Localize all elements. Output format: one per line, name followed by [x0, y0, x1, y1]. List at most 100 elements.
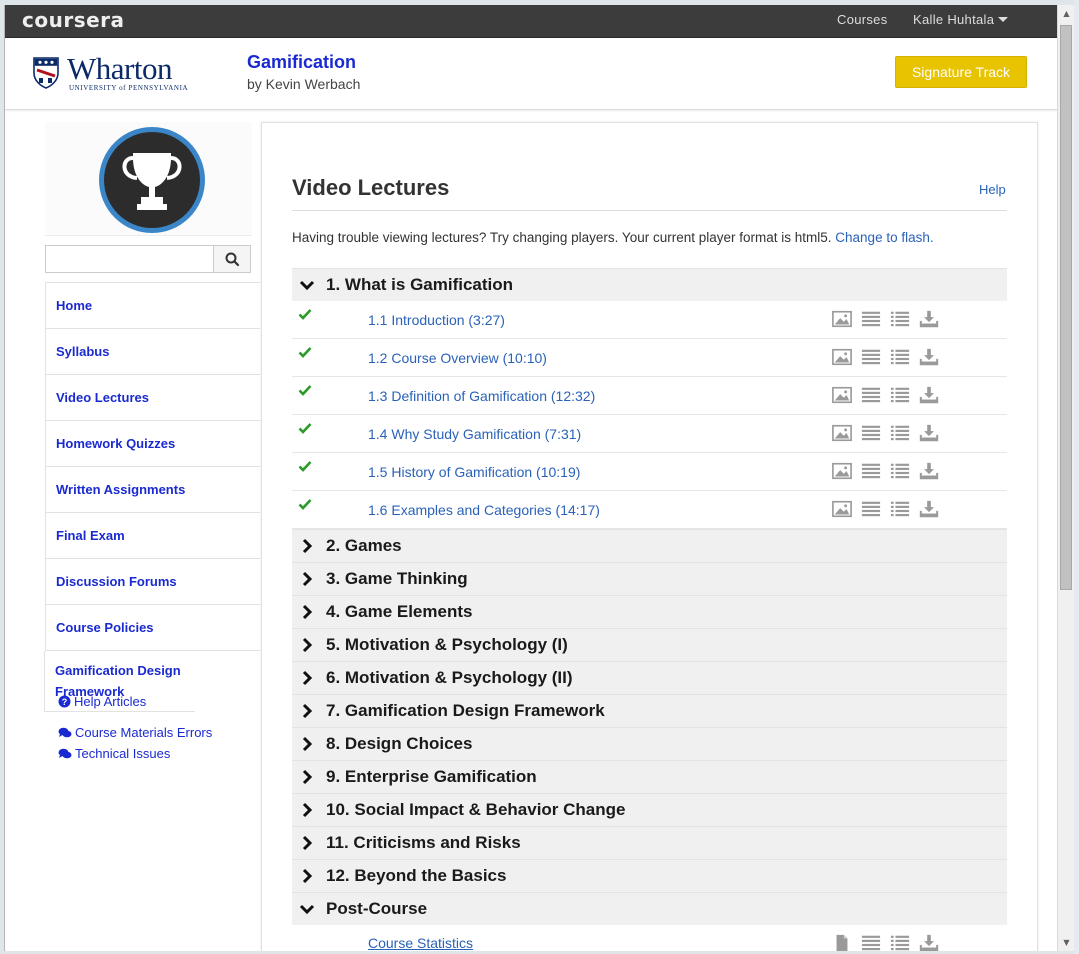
- sidebar-item-final-exam[interactable]: Final Exam: [45, 513, 260, 559]
- lecture-resource-icons: [832, 385, 939, 405]
- slides-image-icon[interactable]: [832, 385, 852, 405]
- transcript-icon[interactable]: [861, 461, 881, 481]
- download-icon[interactable]: [919, 461, 939, 481]
- slides-image-icon: [832, 500, 852, 518]
- transcript-icon[interactable]: [861, 309, 881, 329]
- section-header[interactable]: 5. Motivation & Psychology (I): [292, 628, 1007, 661]
- section-header[interactable]: 3. Game Thinking: [292, 562, 1007, 595]
- download-icon: [919, 348, 939, 366]
- transcript-icon: [861, 463, 881, 479]
- sidebar-item-written-assignments[interactable]: Written Assignments: [45, 467, 260, 513]
- download-icon[interactable]: [919, 309, 939, 329]
- lecture-link[interactable]: 1.1 Introduction (3:27): [368, 312, 505, 328]
- lecture-row: 1.6 Examples and Categories (14:17): [292, 491, 1007, 529]
- download-icon: [919, 934, 939, 951]
- vertical-scrollbar[interactable]: ▲ ▼: [1057, 5, 1074, 951]
- transcript-icon[interactable]: [861, 423, 881, 443]
- slides-image-icon[interactable]: [832, 423, 852, 443]
- signature-track-button[interactable]: Signature Track: [895, 56, 1027, 88]
- lecture-row: 1.5 History of Gamification (10:19): [292, 453, 1007, 491]
- section-header[interactable]: Post-Course: [292, 892, 1007, 925]
- search-input[interactable]: [46, 246, 213, 272]
- section-header[interactable]: 1. What is Gamification: [292, 268, 1007, 301]
- section-header[interactable]: 6. Motivation & Psychology (II): [292, 661, 1007, 694]
- download-icon[interactable]: [919, 385, 939, 405]
- slides-image-icon[interactable]: [832, 499, 852, 519]
- coursera-logo[interactable]: coursera: [22, 8, 125, 32]
- transcript-icon[interactable]: [861, 933, 881, 951]
- section-header[interactable]: 12. Beyond the Basics: [292, 859, 1007, 892]
- transcript-icon: [861, 501, 881, 517]
- sidebar-item-course-policies[interactable]: Course Policies: [45, 605, 260, 651]
- lecture-link[interactable]: 1.4 Why Study Gamification (7:31): [368, 426, 581, 442]
- page-title: Video Lectures: [292, 175, 450, 200]
- transcript-icon: [861, 349, 881, 365]
- transcript-icon[interactable]: [861, 385, 881, 405]
- technical-issues-label: Technical Issues: [75, 746, 171, 761]
- caret-down-icon: [998, 17, 1009, 23]
- lecture-link[interactable]: Course Statistics: [368, 935, 473, 951]
- comments-icon: [58, 748, 72, 758]
- subtitles-list-icon[interactable]: [890, 309, 910, 329]
- slides-image-icon[interactable]: [832, 461, 852, 481]
- course-materials-errors-link[interactable]: Course Materials Errors: [58, 722, 212, 743]
- subtitles-list-icon[interactable]: [890, 423, 910, 443]
- courses-link[interactable]: Courses: [837, 12, 888, 27]
- download-icon[interactable]: [919, 423, 939, 443]
- sidebar-item-discussion-forums[interactable]: Discussion Forums: [45, 559, 260, 605]
- download-icon[interactable]: [919, 347, 939, 367]
- section-header[interactable]: 10. Social Impact & Behavior Change: [292, 793, 1007, 826]
- subtitles-list-icon[interactable]: [890, 933, 910, 951]
- search-button[interactable]: [213, 246, 250, 272]
- subtitles-list-icon[interactable]: [890, 499, 910, 519]
- download-icon[interactable]: [919, 499, 939, 519]
- sidebar-item-syllabus[interactable]: Syllabus: [45, 329, 260, 375]
- technical-issues-link[interactable]: Technical Issues: [58, 743, 212, 764]
- main-panel: Video Lectures Help Having trouble viewi…: [261, 122, 1038, 951]
- section-title: 8. Design Choices: [326, 734, 473, 753]
- sidebar-item-home[interactable]: Home: [45, 283, 260, 329]
- section-header[interactable]: 8. Design Choices: [292, 727, 1007, 760]
- lecture-row: 1.2 Course Overview (10:10): [292, 339, 1007, 377]
- subtitles-list-icon[interactable]: [890, 347, 910, 367]
- lecture-link[interactable]: 1.3 Definition of Gamification (12:32): [368, 388, 595, 404]
- help-articles-link[interactable]: ? Help Articles: [58, 691, 212, 712]
- section-header[interactable]: 9. Enterprise Gamification: [292, 760, 1007, 793]
- scroll-down-arrow-icon[interactable]: ▼: [1058, 934, 1075, 951]
- subtitles-list-icon[interactable]: [890, 461, 910, 481]
- lecture-link[interactable]: 1.5 History of Gamification (10:19): [368, 464, 580, 480]
- sidebar-nav: Home Syllabus Video Lectures Homework Qu…: [45, 282, 260, 712]
- section-header[interactable]: 7. Gamification Design Framework: [292, 694, 1007, 727]
- slides-image-icon[interactable]: [832, 309, 852, 329]
- user-menu[interactable]: Kalle Huhtala: [913, 12, 1009, 27]
- sidebar-item-video-lectures[interactable]: Video Lectures: [45, 375, 260, 421]
- lecture-link[interactable]: 1.2 Course Overview (10:10): [368, 350, 547, 366]
- document-icon[interactable]: [832, 933, 852, 951]
- course-title[interactable]: Gamification: [247, 52, 356, 73]
- slides-image-icon: [832, 386, 852, 404]
- scroll-up-arrow-icon[interactable]: ▲: [1058, 5, 1075, 22]
- document-icon: [836, 934, 848, 951]
- transcript-icon: [861, 311, 881, 327]
- lecture-row: 1.4 Why Study Gamification (7:31): [292, 415, 1007, 453]
- section-title: 10. Social Impact & Behavior Change: [326, 800, 626, 819]
- transcript-icon[interactable]: [861, 347, 881, 367]
- checkmark-icon: [298, 497, 312, 515]
- subtitles-list-icon[interactable]: [890, 385, 910, 405]
- section-title: 4. Game Elements: [326, 602, 473, 621]
- section-header[interactable]: 11. Criticisms and Risks: [292, 826, 1007, 859]
- player-notice-text: Having trouble viewing lectures? Try cha…: [292, 230, 832, 245]
- change-to-flash-link[interactable]: Change to flash.: [835, 230, 933, 245]
- section-header[interactable]: 4. Game Elements: [292, 595, 1007, 628]
- sidebar-item-homework-quizzes[interactable]: Homework Quizzes: [45, 421, 260, 467]
- help-link[interactable]: Help: [979, 182, 1006, 197]
- section-header[interactable]: 2. Games: [292, 529, 1007, 562]
- slides-image-icon[interactable]: [832, 347, 852, 367]
- chevron-right-icon: [292, 703, 322, 719]
- lecture-link[interactable]: 1.6 Examples and Categories (14:17): [368, 502, 600, 518]
- scrollbar-thumb[interactable]: [1060, 25, 1072, 590]
- chevron-right-icon: [292, 736, 322, 752]
- download-icon[interactable]: [919, 933, 939, 951]
- transcript-icon[interactable]: [861, 499, 881, 519]
- slides-image-icon: [832, 462, 852, 480]
